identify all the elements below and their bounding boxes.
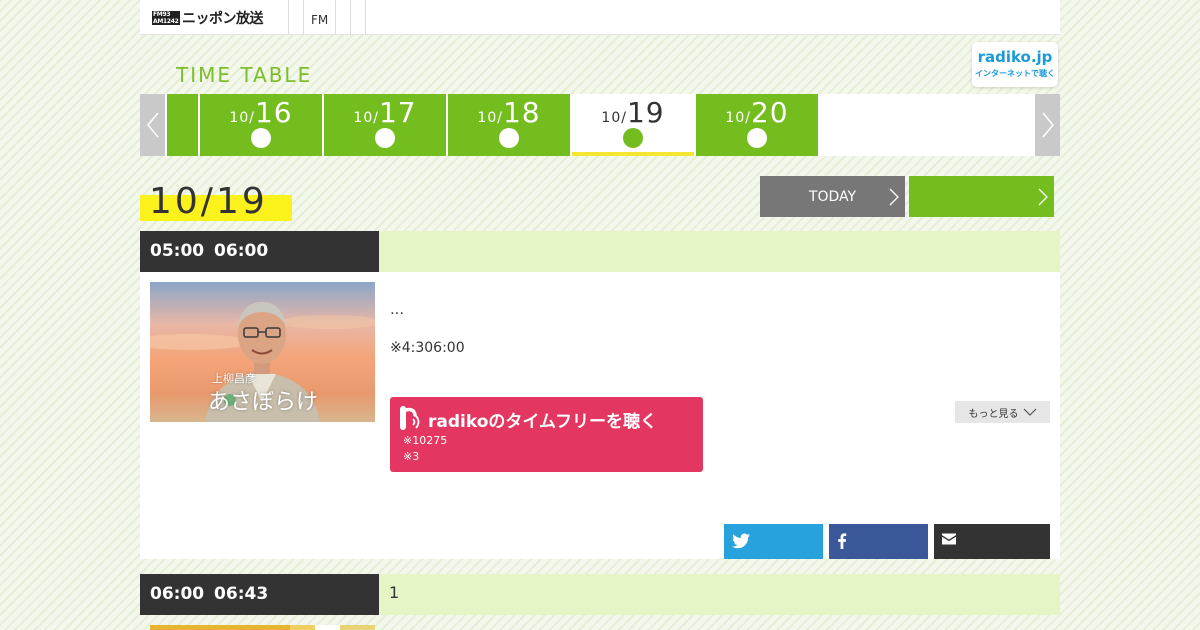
program-description: … [390, 302, 404, 318]
nav-divider [335, 0, 336, 35]
radiko-note-2: ※3 [403, 450, 420, 463]
twitter-icon [732, 533, 750, 549]
tab-dot-indicator [747, 128, 767, 148]
program-start-time: 05:00 [150, 241, 205, 261]
tab-dot-indicator [251, 128, 271, 148]
current-date-text: 10/19 [149, 181, 268, 222]
program-end-time: 06:00 [214, 241, 269, 261]
radiko-note-1: ※10275 [403, 434, 448, 447]
tab-day: 20 [750, 96, 789, 129]
radiko-badge-name: radiko.jp [977, 48, 1053, 66]
more-button[interactable]: もっと見る [955, 401, 1050, 423]
today-label: TODAY [808, 188, 857, 205]
date-tab-18[interactable]: 10/18 [448, 94, 570, 156]
next-day-button[interactable] [909, 176, 1054, 217]
tab-day: 17 [378, 96, 417, 129]
radiko-r-icon [400, 406, 420, 430]
tab-dot-indicator [623, 128, 643, 148]
radiko-timefree-button[interactable]: radikoのタイムフリーを聴く ※10275 ※3 [390, 397, 703, 472]
site-header: FM93 AM1242 ニッポン放送 FM [140, 0, 1060, 35]
logo-am-frequency: AM1242 [152, 18, 180, 25]
chevron-right-icon [1041, 112, 1054, 138]
tab-day: 19 [626, 96, 665, 129]
date-tab-20[interactable]: 10/20 [696, 94, 818, 156]
page-title: TIME TABLE [176, 63, 313, 87]
tab-dot-indicator [375, 128, 395, 148]
share-twitter-button[interactable] [724, 524, 823, 559]
more-label: もっと見る [968, 408, 1019, 420]
tab-month: 10/ [725, 110, 751, 126]
tab-dot-indicator [499, 128, 519, 148]
tab-month: 10/ [601, 110, 627, 126]
chevron-right-icon [889, 188, 899, 206]
nav-divider [303, 0, 304, 35]
next-dates-button[interactable] [1035, 94, 1060, 156]
program-title[interactable]: 1 [389, 574, 399, 611]
nav-fm-link[interactable]: FM [311, 13, 328, 27]
program-thumbnail[interactable]: 上柳昌彦 あさぼらけ [150, 282, 375, 422]
nav-divider [365, 0, 366, 35]
date-tab-16[interactable]: 10/16 [200, 94, 322, 156]
radiko-badge-tagline: インターネットで聴く [975, 69, 1055, 78]
program-header: 06:00 06:43 1 [140, 574, 1060, 615]
current-date-heading: 10/19 [140, 181, 292, 222]
tab-day: 18 [502, 96, 541, 129]
facebook-icon [838, 533, 847, 549]
radiko-badge[interactable]: radiko.jp インターネットで聴く [972, 42, 1058, 87]
date-tab-partial[interactable] [167, 94, 198, 156]
program-header: 05:00 06:00 [140, 231, 1060, 272]
tab-month: 10/ [353, 110, 379, 126]
share-facebook-button[interactable] [829, 524, 928, 559]
tab-day: 16 [254, 96, 293, 129]
chevron-down-icon [1023, 408, 1036, 416]
frequency-mark: FM93 AM1242 [152, 11, 180, 25]
nav-divider [288, 0, 289, 35]
mail-icon [942, 533, 956, 545]
prev-dates-button[interactable] [140, 94, 165, 156]
program-detail: 上柳昌彦 あさぼらけ … ※4:306:00 radikoのタイムフリーを聴く … [140, 272, 1060, 559]
program-note: ※4:306:00 [390, 340, 465, 356]
thumbnail-caption-title: あさぼらけ [208, 390, 319, 415]
chevron-right-icon [1038, 188, 1048, 206]
tab-month: 10/ [229, 110, 255, 126]
date-tab-17[interactable]: 10/17 [324, 94, 446, 156]
program-start-time: 06:00 [150, 584, 205, 604]
logo-text: ニッポン放送 [182, 11, 264, 27]
tab-month: 10/ [477, 110, 503, 126]
date-tab-19-active[interactable]: 10/19 [572, 94, 694, 156]
logo-fm-frequency: FM93 [152, 11, 180, 18]
chevron-left-icon [146, 112, 159, 138]
radiko-button-label: radikoのタイムフリーを聴く [428, 412, 658, 432]
program-end-time: 06:43 [214, 584, 269, 604]
station-logo[interactable]: FM93 AM1242 ニッポン放送 [152, 9, 264, 27]
share-mail-button[interactable] [934, 524, 1050, 559]
date-tab-bar: 10/16 10/17 10/18 10/19 10/20 [140, 94, 1060, 156]
today-button[interactable]: TODAY [760, 176, 905, 217]
program-time: 06:00 06:43 [140, 574, 379, 615]
program-thumbnail[interactable] [150, 625, 375, 630]
nav-divider [350, 0, 351, 35]
program-time: 05:00 06:00 [140, 231, 379, 272]
